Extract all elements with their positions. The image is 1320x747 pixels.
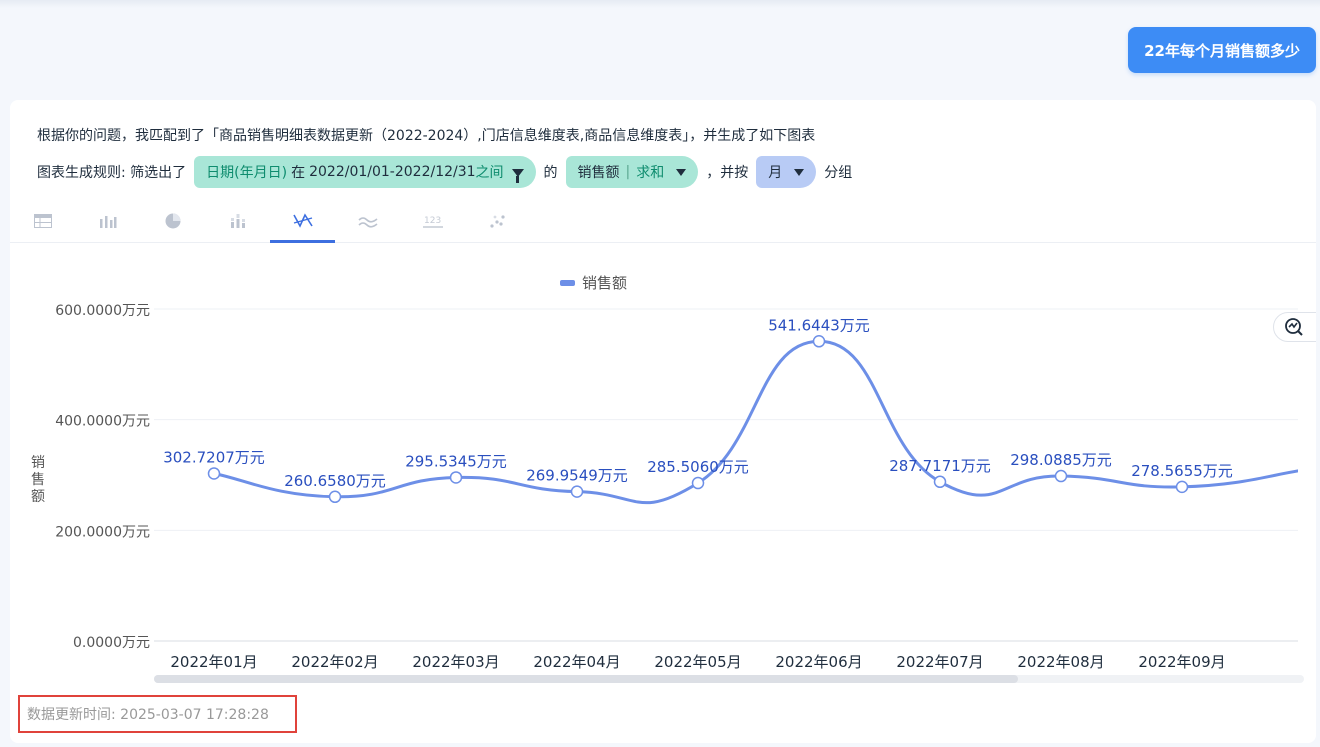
- y-axis-title: 销: [31, 455, 45, 471]
- data-point: [207, 467, 221, 480]
- data-label: 260.6580万元: [284, 472, 386, 490]
- x-tick-label: 2022年02月: [291, 653, 378, 671]
- data-label: 295.5345万元: [405, 452, 507, 470]
- data-point: [1175, 480, 1189, 494]
- y-tick-label: 200.0000万元: [55, 524, 150, 540]
- user-question-bubble: 22年每个月销售额多少: [1128, 27, 1316, 73]
- data-point: [328, 490, 342, 504]
- y-axis-title: 售: [31, 472, 45, 488]
- x-tick-label: 2022年07月: [896, 653, 983, 671]
- y-tick-label: 400.0000万元: [55, 414, 150, 430]
- x-tick-label: 2022年04月: [533, 653, 620, 671]
- zoom-chart-icon: [1285, 318, 1303, 336]
- data-label: 285.5060万元: [647, 458, 749, 476]
- chart-zoom-button[interactable]: [1273, 312, 1316, 342]
- data-point: [1054, 469, 1068, 483]
- chart-scrollbar-thumb[interactable]: [154, 675, 1018, 683]
- answer-card: 根据你的问题，我匹配到了「商品销售明细表数据更新（2022-2024）,门店信息…: [10, 100, 1316, 743]
- data-point: [449, 471, 463, 484]
- x-tick-label: 2022年01月: [170, 653, 257, 671]
- data-label: 269.9549万元: [526, 467, 628, 485]
- data-label: 278.5655万元: [1131, 462, 1233, 480]
- y-tick-label: 600.0000万元: [55, 303, 150, 319]
- x-tick-label: 2022年08月: [1017, 653, 1104, 671]
- data-point: [691, 476, 705, 490]
- x-tick-label: 2022年06月: [775, 653, 862, 671]
- x-tick-label: 2022年09月: [1138, 653, 1225, 671]
- data-point: [812, 335, 826, 348]
- data-label: 287.7171万元: [889, 457, 991, 475]
- data-label: 302.7207万元: [163, 448, 265, 466]
- x-tick-label: 2022年05月: [654, 653, 741, 671]
- line-chart: 0.0000万元 200.0000万元 400.0000万元 600.0000万元销售…: [31, 303, 1298, 671]
- top-shade: [0, 0, 1320, 8]
- data-point: [570, 485, 584, 498]
- y-tick-label: 0.0000万元: [73, 635, 150, 651]
- data-update-time: 数据更新时间: 2025-03-07 17:28:28: [18, 695, 297, 733]
- x-tick-label: 2022年03月: [412, 653, 499, 671]
- data-label: 298.0885万元: [1010, 451, 1112, 469]
- data-point: [933, 475, 947, 489]
- y-axis-title: 额: [31, 489, 45, 505]
- data-label: 541.6443万元: [768, 316, 870, 334]
